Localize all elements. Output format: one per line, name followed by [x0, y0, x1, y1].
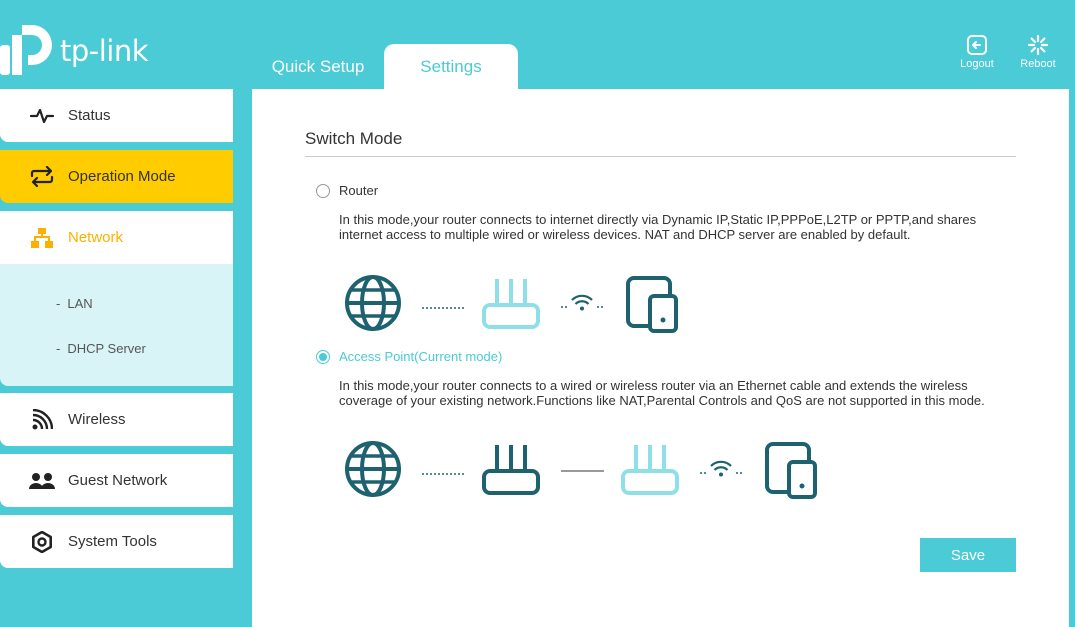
logout-button[interactable]: Logout	[952, 34, 1002, 70]
gear-icon	[29, 529, 55, 555]
sidebar-item-label: Guest Network	[68, 472, 168, 489]
sidebar-item-label: Network	[68, 229, 124, 246]
page-title: Switch Mode	[305, 129, 403, 148]
sidebar-subitem-dhcp-server[interactable]: DHCP Server	[56, 341, 146, 356]
access-point-radio[interactable]	[316, 349, 330, 364]
sidebar-item-label: System Tools	[68, 533, 157, 550]
save-button[interactable]: Save	[920, 538, 1016, 572]
mode-option-access-point[interactable]: Access Point(Current mode)	[316, 349, 502, 364]
reboot-button[interactable]: Reboot	[1013, 34, 1063, 70]
main-router-icon	[482, 445, 540, 495]
wifi-icon	[700, 460, 742, 477]
main-panel: Switch Mode Router In this mode,your rou…	[252, 89, 1069, 627]
sidebar-item-network[interactable]: Network	[0, 211, 233, 264]
wifi-icon	[561, 294, 603, 311]
globe-icon	[345, 275, 401, 331]
sidebar-item-status[interactable]: Status	[0, 89, 233, 142]
network-icon	[29, 225, 55, 251]
sidebar-item-wireless[interactable]: Wireless	[0, 393, 233, 446]
sidebar-item-operation-mode[interactable]: Operation Mode	[0, 150, 233, 203]
reboot-icon	[1027, 34, 1049, 56]
tab-settings[interactable]: Settings	[384, 44, 518, 89]
switch-arrows-icon	[29, 164, 55, 190]
network-submenu: LAN DHCP Server	[0, 264, 233, 386]
logo-text: tp-link	[60, 34, 149, 68]
sidebar-subitem-lan[interactable]: LAN	[56, 296, 92, 311]
tp-link-logo: tp-link	[0, 22, 149, 78]
title-divider	[305, 156, 1016, 157]
sidebar-item-guest-network[interactable]: Guest Network	[0, 454, 233, 507]
guest-icon	[29, 468, 55, 494]
access-point-description: In this mode,your router connects to a w…	[339, 378, 985, 408]
logout-icon	[967, 35, 987, 55]
access-point-icon	[621, 445, 679, 495]
router-description: In this mode,your router connects to int…	[339, 212, 977, 242]
tab-quick-setup[interactable]: Quick Setup	[254, 44, 382, 89]
mobile-devices-icon	[626, 276, 678, 333]
wireless-icon	[29, 407, 55, 433]
mode-option-router[interactable]: Router	[316, 183, 378, 198]
access-point-label: Access Point(Current mode)	[339, 349, 503, 364]
router-mode-diagram	[345, 275, 678, 333]
logout-label: Logout	[960, 58, 994, 70]
access-point-mode-diagram	[345, 441, 817, 499]
globe-icon	[345, 441, 401, 497]
tp-link-logo-icon	[0, 25, 52, 75]
router-label: Router	[339, 183, 379, 198]
sidebar-item-system-tools[interactable]: System Tools	[0, 515, 233, 568]
sidebar-item-label: Operation Mode	[68, 168, 176, 185]
mobile-devices-icon	[765, 442, 817, 499]
sidebar-item-label: Wireless	[68, 411, 126, 428]
pulse-icon	[29, 103, 55, 129]
router-icon	[482, 279, 540, 329]
reboot-label: Reboot	[1020, 58, 1056, 70]
router-radio[interactable]	[316, 183, 330, 198]
sidebar-item-label: Status	[68, 107, 111, 124]
